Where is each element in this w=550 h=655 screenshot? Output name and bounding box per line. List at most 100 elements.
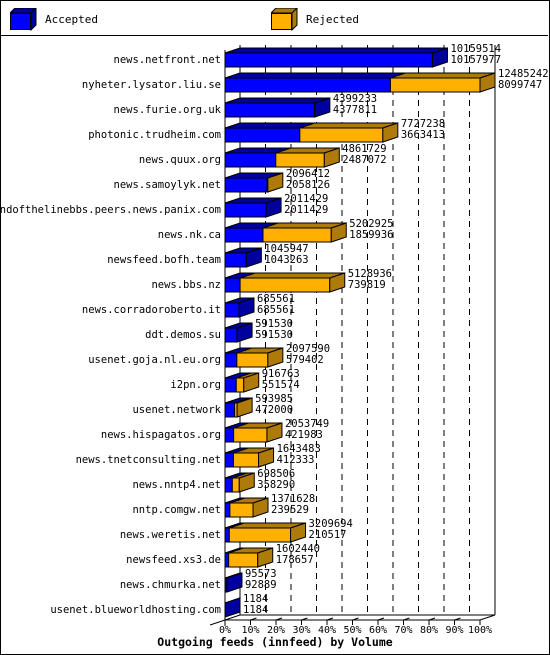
bar-accepted bbox=[224, 527, 230, 543]
value-label-accepted: 358290 bbox=[257, 479, 295, 491]
bar-group bbox=[224, 122, 399, 143]
bar-group bbox=[224, 197, 282, 218]
category-label: news.nk.ca bbox=[158, 229, 221, 241]
value-label-accepted: 1859936 bbox=[349, 229, 393, 241]
bar-rejected bbox=[262, 227, 332, 243]
value-label-accepted: 591530 bbox=[255, 329, 293, 341]
value-label-accepted: 2487072 bbox=[342, 154, 386, 166]
category-label: nntp.comgw.net bbox=[132, 504, 221, 516]
bar-group bbox=[224, 372, 260, 393]
category-label: usenet.network bbox=[132, 404, 221, 416]
category-label: newsfeed.bofh.team bbox=[107, 254, 221, 266]
value-label-accepted: 4377811 bbox=[333, 104, 377, 116]
bar-accepted bbox=[224, 52, 433, 68]
bar-rejected-top bbox=[390, 72, 496, 79]
value-label-accepted: 10157977 bbox=[450, 54, 501, 66]
bar-accepted bbox=[224, 427, 235, 443]
value-label-accepted: 1043263 bbox=[264, 254, 308, 266]
value-label-accepted: 239529 bbox=[271, 504, 309, 516]
chart-title: Outgoing feeds (innfeed) by Volume bbox=[157, 635, 392, 649]
value-label-accepted: 472000 bbox=[255, 404, 293, 416]
category-label: news.samoylyk.net bbox=[114, 179, 221, 191]
bar-chart: news.netfront.net nyheter.lysator.liu.se n… bbox=[0, 43, 549, 649]
value-label-accepted: 579402 bbox=[286, 354, 324, 366]
category-labels: news.netfront.net nyheter.lysator.liu.se n… bbox=[0, 54, 222, 616]
category-label: news.nntp4.net bbox=[132, 479, 221, 491]
category-label: ddt.demos.su bbox=[145, 329, 221, 341]
bar-accepted bbox=[224, 502, 231, 518]
bar-accepted bbox=[224, 252, 247, 268]
value-label-accepted: 3663413 bbox=[401, 129, 445, 141]
bar-rejected bbox=[235, 377, 245, 393]
bar-accepted-top bbox=[224, 72, 406, 79]
bar-group bbox=[224, 147, 340, 168]
bar-rejected bbox=[233, 427, 268, 443]
bar-group bbox=[224, 272, 346, 293]
bar-group bbox=[224, 247, 262, 268]
bar-rejected bbox=[299, 127, 384, 143]
value-label-accepted: 8099747 bbox=[498, 79, 542, 91]
value-label-accepted: 210517 bbox=[309, 529, 347, 541]
category-label: nyheter.lysator.liu.se bbox=[82, 79, 221, 91]
category-label: news.weretis.net bbox=[120, 529, 221, 541]
category-label: news.bbs.nz bbox=[151, 279, 221, 291]
bar-side bbox=[224, 597, 241, 618]
bar-accepted bbox=[224, 452, 234, 468]
bar-rejected bbox=[389, 77, 481, 93]
bar-rejected bbox=[239, 277, 331, 293]
bar-rejected bbox=[228, 527, 292, 543]
bar-group bbox=[224, 322, 253, 343]
category-label: news.chmurka.net bbox=[120, 579, 221, 591]
bar-rejected bbox=[228, 552, 259, 568]
category-label: photonic.trudheim.com bbox=[88, 129, 221, 141]
category-label: newsfeed.xs3.de bbox=[126, 554, 221, 566]
bar-group bbox=[224, 472, 255, 493]
bar-accepted bbox=[224, 277, 241, 293]
value-label-accepted: 739819 bbox=[348, 279, 386, 291]
bar-accepted bbox=[224, 152, 277, 168]
bar-group bbox=[224, 297, 255, 318]
bar-accepted bbox=[224, 477, 233, 493]
bar-accepted-top bbox=[224, 97, 330, 104]
category-label: news.furie.org.uk bbox=[114, 104, 222, 116]
bar-accepted bbox=[224, 552, 230, 568]
bar-rejected bbox=[236, 352, 269, 368]
bar-accepted bbox=[224, 202, 267, 218]
x-tick-label: 90% bbox=[445, 625, 463, 636]
bar-accepted bbox=[224, 402, 236, 418]
category-label: news.netfront.net bbox=[114, 54, 221, 66]
bar-rejected bbox=[275, 152, 325, 168]
category-label: usenet.blueworldhosting.com bbox=[50, 604, 221, 616]
floor-right-edge bbox=[479, 614, 496, 621]
bar-accepted-top bbox=[224, 47, 448, 54]
bar-group bbox=[224, 172, 284, 193]
bar-accepted bbox=[224, 77, 391, 93]
category-label: usenet.goja.nl.eu.org bbox=[88, 354, 221, 366]
value-label-accepted: 421983 bbox=[285, 429, 323, 441]
x-tick-label: 80% bbox=[420, 625, 438, 636]
bar-group bbox=[224, 522, 307, 543]
bar-group bbox=[224, 347, 284, 368]
bar-group bbox=[224, 547, 274, 568]
bar-accepted bbox=[224, 127, 301, 143]
bar-group bbox=[224, 72, 496, 93]
value-label-accepted: 92889 bbox=[245, 579, 277, 591]
bar-accepted bbox=[224, 327, 238, 343]
bar-accepted bbox=[224, 302, 240, 318]
bar-group bbox=[224, 397, 253, 418]
category-label: news.quux.org bbox=[139, 154, 221, 166]
value-label-accepted: 551574 bbox=[262, 379, 300, 391]
bar-accepted bbox=[224, 177, 268, 193]
category-label: news.corradoroberto.it bbox=[82, 304, 221, 316]
bar-group bbox=[224, 97, 331, 118]
bar-accepted bbox=[224, 102, 315, 118]
value-label-accepted: 685561 bbox=[257, 304, 295, 316]
x-tick-label: 70% bbox=[394, 625, 412, 636]
bar-rejected bbox=[232, 452, 260, 468]
value-label-accepted: 1184 bbox=[243, 604, 268, 616]
value-label-accepted: 412333 bbox=[277, 454, 315, 466]
bar-group bbox=[224, 597, 241, 618]
value-label-accepted: 178657 bbox=[276, 554, 314, 566]
x-tick-label: 100% bbox=[468, 625, 492, 636]
value-label-accepted: 2058126 bbox=[286, 179, 330, 191]
